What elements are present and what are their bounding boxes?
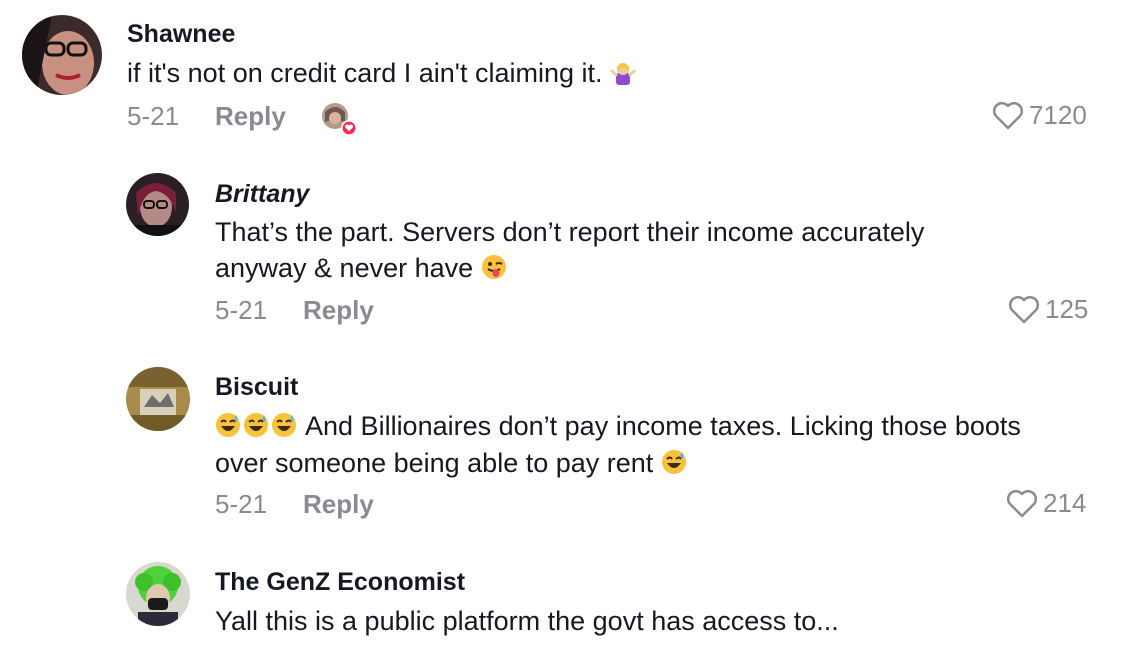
reply-button[interactable]: Reply (303, 295, 374, 326)
creator-liked-badge-icon (321, 102, 357, 136)
comment-text: if it's not on credit card I ain't claim… (127, 55, 638, 92)
sweat-smile-emoji-icon (215, 411, 241, 437)
reply-button[interactable]: Reply (303, 489, 374, 520)
comment-biscuit: Biscuit And Billionaires don’t pay incom… (0, 355, 1124, 545)
comment-text-line-1: Yall this is a public platform the govt … (215, 606, 839, 636)
like-button[interactable]: 125 (1007, 294, 1088, 325)
winking-tongue-emoji-icon (481, 253, 507, 279)
like-button[interactable]: 7120 (991, 100, 1087, 131)
avatar-brittany[interactable] (126, 173, 189, 236)
comment-text-line-1: And Billionaires don’t pay income taxes.… (305, 411, 1021, 441)
heart-outline-icon (992, 101, 1024, 129)
reply-button[interactable]: Reply (215, 101, 286, 132)
comment-date: 5-21 (215, 489, 268, 519)
comment-brittany: Brittany That’s the part. Servers don’t … (0, 160, 1124, 350)
comment-text: And Billionaires don’t pay income taxes.… (215, 408, 1021, 445)
comment-text: anyway & never have (215, 250, 509, 287)
comment-text-line-2: over someone being able to pay rent (215, 448, 654, 478)
author-name[interactable]: Shawnee (127, 20, 235, 49)
avatar-shawnee[interactable] (22, 15, 102, 95)
comment-shawnee: Shawnee if it's not on credit card I ain… (0, 0, 1124, 160)
author-name[interactable]: Brittany (215, 180, 309, 209)
like-count: 125 (1045, 294, 1089, 324)
heart-outline-icon (1008, 295, 1040, 323)
comment-text-line-2: anyway & never have (215, 253, 474, 283)
author-name[interactable]: The GenZ Economist (215, 568, 465, 597)
like-count: 214 (1043, 488, 1087, 518)
sweat-smile-emoji-icon (271, 411, 297, 437)
shrug-emoji-icon (610, 58, 636, 85)
comment-date: 5-21 (127, 101, 180, 131)
avatar-genz-economist[interactable] (126, 562, 190, 626)
author-name[interactable]: Biscuit (215, 373, 298, 402)
comment-date: 5-21 (215, 295, 268, 325)
heart-outline-icon (1006, 489, 1038, 517)
like-button[interactable]: 214 (1005, 488, 1086, 519)
avatar-biscuit[interactable] (126, 367, 190, 431)
sweat-smile-emoji-icon (661, 448, 687, 474)
sweat-smile-emoji-icon (243, 411, 269, 437)
comment-text: over someone being able to pay rent (215, 445, 689, 482)
like-count: 7120 (1029, 100, 1087, 130)
comment-text-line-1: That’s the part. Servers don’t report th… (215, 217, 925, 247)
comment-text-line: if it's not on credit card I ain't claim… (127, 58, 603, 88)
comment-genz-economist: The GenZ Economist Yall this is a public… (0, 550, 1124, 648)
